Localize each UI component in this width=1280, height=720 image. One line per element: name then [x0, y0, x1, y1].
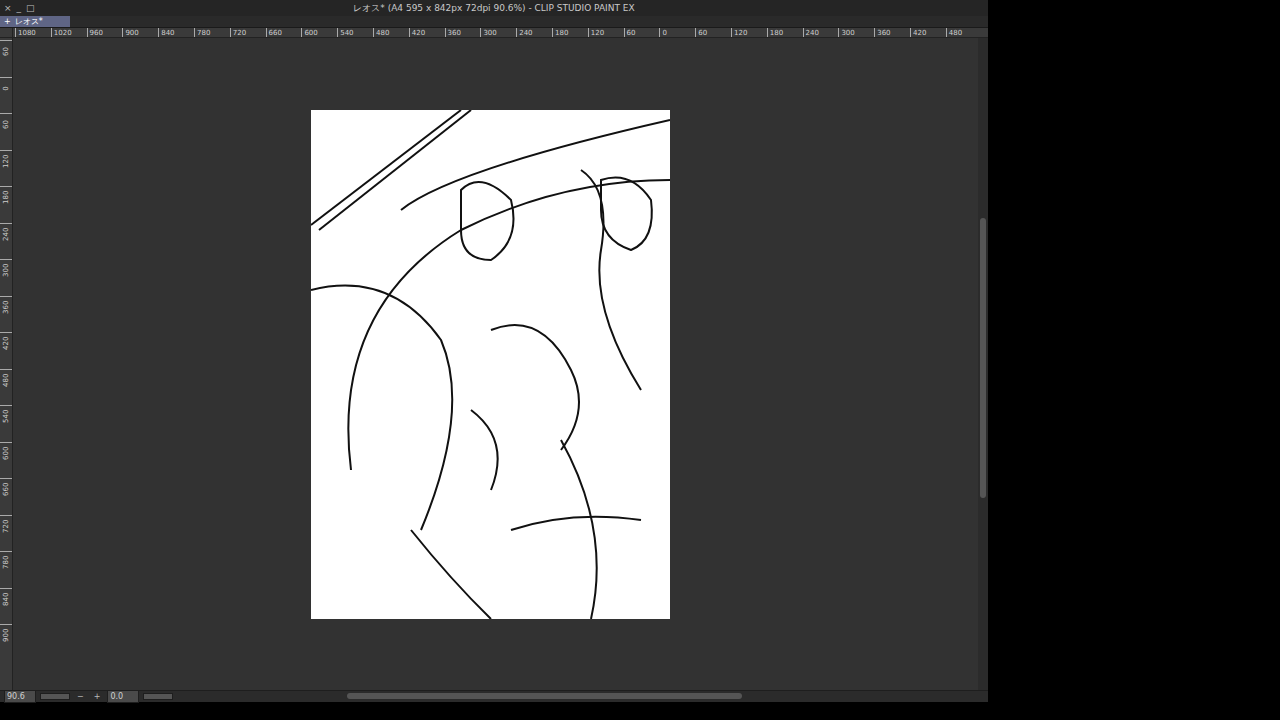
zoom-out-button[interactable]: −: [74, 691, 87, 702]
ruler-label: 300: [838, 28, 854, 37]
ruler-label: 840: [0, 588, 13, 604]
ruler-label: 600: [301, 28, 317, 37]
window-controls: × _□: [4, 0, 35, 16]
ruler-label-text: 60: [2, 118, 11, 131]
ruler-label: 0: [0, 77, 13, 93]
top-ruler-bar: 1080102096090084078072066060054048042036…: [0, 28, 988, 38]
ruler-label: 360: [445, 28, 461, 37]
ruler-label: 840: [158, 28, 174, 37]
ruler-label-text: 420: [2, 337, 11, 350]
workspace: 6006012018024030036042048054060066072078…: [0, 38, 988, 690]
ruler-label: 60: [695, 28, 707, 37]
ruler-label-text: 180: [2, 191, 11, 204]
window-control-button[interactable]: □: [26, 0, 35, 16]
ruler-label: 120: [588, 28, 604, 37]
ruler-label-text: 660: [2, 483, 11, 496]
ruler-label-text: 120: [2, 155, 11, 168]
vertical-scrollbar[interactable]: [978, 38, 988, 690]
ruler-label: 420: [0, 332, 13, 348]
ruler-label-text: 480: [2, 374, 11, 387]
ruler-label: 360: [0, 296, 13, 312]
ruler-label-text: 720: [2, 520, 11, 533]
ruler-label-text: 60: [2, 45, 11, 58]
zoom-in-button[interactable]: +: [91, 691, 104, 702]
ruler-label: 1020: [51, 28, 72, 37]
ruler-label: 180: [552, 28, 568, 37]
tab-label: レオス*: [15, 16, 43, 27]
ruler-label: 720: [0, 515, 13, 531]
window-control-button[interactable]: ×: [4, 0, 12, 16]
ruler-label: 720: [230, 28, 246, 37]
app-window: × _□ レオス* (A4 595 x 842px 72dpi 90.6%) - C…: [0, 0, 988, 702]
ruler-label-text: 240: [2, 228, 11, 241]
status-bar: 90.6 −+0.0: [0, 690, 988, 702]
ruler-label: 360: [874, 28, 890, 37]
ruler-label: 240: [0, 223, 13, 239]
horizontal-ruler: 1080102096090084078072066060054048042036…: [13, 28, 988, 37]
ruler-label-text: 600: [2, 447, 11, 460]
ruler-label-text: 360: [2, 301, 11, 314]
ruler-label-text: 840: [2, 593, 11, 606]
ruler-label: 480: [946, 28, 962, 37]
ruler-label-text: 0: [2, 82, 11, 95]
ruler-label: 540: [337, 28, 353, 37]
ruler-label: 1080: [15, 28, 36, 37]
scroll-thumb[interactable]: [347, 693, 742, 699]
tab-bar: + レオス*: [0, 16, 988, 28]
document-tab[interactable]: + レオス*: [0, 16, 70, 27]
ruler-label: 300: [0, 259, 13, 275]
ruler-label: 960: [87, 28, 103, 37]
ruler-label-text: 780: [2, 556, 11, 569]
window-control-button[interactable]: _: [17, 0, 22, 16]
ruler-label: 900: [122, 28, 138, 37]
window-title: レオス* (A4 595 x 842px 72dpi 90.6%) - CLIP…: [353, 3, 634, 13]
scroll-thumb[interactable]: [980, 218, 986, 498]
horizontal-scrollbar[interactable]: [177, 691, 988, 702]
ruler-label-text: 900: [2, 629, 11, 642]
ruler-label: 660: [0, 478, 13, 494]
ruler-label: 240: [516, 28, 532, 37]
ruler-label: 0: [659, 28, 666, 37]
ruler-label: 180: [0, 186, 13, 202]
ruler-label: 900: [0, 624, 13, 640]
ruler-label: 480: [373, 28, 389, 37]
ruler-label: 120: [731, 28, 747, 37]
ruler-label-text: 540: [2, 410, 11, 423]
rotation-slider[interactable]: [143, 693, 173, 700]
ruler-label: 420: [409, 28, 425, 37]
tab-icon: +: [4, 16, 11, 27]
artwork-canvas[interactable]: [311, 110, 670, 619]
ruler-label: 180: [767, 28, 783, 37]
ruler-corner: [0, 28, 13, 37]
ruler-label: 660: [266, 28, 282, 37]
rotation-field[interactable]: 0.0: [107, 690, 139, 703]
ruler-label: 480: [0, 369, 13, 385]
ruler-label: 60: [0, 113, 13, 129]
ruler-label: 780: [0, 551, 13, 567]
ruler-label: 540: [0, 405, 13, 421]
ruler-label: 600: [0, 442, 13, 458]
zoom-field[interactable]: 90.6: [4, 690, 36, 703]
canvas-area[interactable]: [13, 38, 978, 690]
ruler-label: 300: [480, 28, 496, 37]
ruler-label: 420: [910, 28, 926, 37]
ruler-label: 240: [803, 28, 819, 37]
title-bar: × _□ レオス* (A4 595 x 842px 72dpi 90.6%) - C…: [0, 0, 988, 16]
artwork: [311, 110, 670, 619]
ruler-label: 60: [0, 40, 13, 56]
ruler-label-text: 300: [2, 264, 11, 277]
ruler-label: 120: [0, 150, 13, 166]
ruler-label: 60: [624, 28, 636, 37]
zoom-slider[interactable]: [40, 693, 70, 700]
vertical-ruler: 6006012018024030036042048054060066072078…: [0, 38, 13, 690]
ruler-label: 780: [194, 28, 210, 37]
